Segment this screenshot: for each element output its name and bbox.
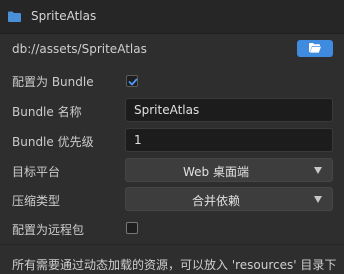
dropdown-arrow-icon [314, 167, 322, 174]
is-remote-label: 配置为远程包 [12, 223, 85, 237]
inspector-panel: SpriteAtlas db://assets/SpriteAtlas 配置为 … [0, 0, 344, 274]
compression-type-label: 压缩类型 [12, 194, 61, 208]
bundle-priority-input[interactable]: 1 [125, 128, 333, 152]
asset-path: db://assets/SpriteAtlas [12, 42, 147, 56]
target-platform-label: 目标平台 [12, 165, 61, 179]
folder-icon [8, 11, 21, 22]
bundle-name-value: SpriteAtlas [134, 103, 200, 117]
is-bundle-label: 配置为 Bundle [12, 75, 94, 89]
target-platform-value: Web 桌面端 [183, 165, 249, 179]
panel-title: SpriteAtlas [31, 9, 97, 23]
open-folder-button[interactable] [297, 40, 333, 57]
divider [0, 244, 344, 245]
folder-open-icon [309, 43, 321, 53]
checkmark-icon [128, 78, 138, 86]
bundle-priority-value: 1 [134, 133, 142, 147]
info-text: 所有需要通过动态加载的资源，可以放入 'resources' 目录下 [12, 258, 337, 272]
target-platform-select[interactable]: Web 桌面端 [125, 158, 333, 182]
is-remote-checkbox[interactable] [126, 222, 138, 234]
bundle-name-input[interactable]: SpriteAtlas [125, 98, 333, 122]
bundle-name-label: Bundle 名称 [12, 105, 82, 119]
bundle-priority-label: Bundle 优先级 [12, 135, 94, 149]
is-bundle-checkbox[interactable] [126, 75, 138, 87]
dropdown-arrow-icon [314, 196, 322, 203]
compression-type-select[interactable]: 合并依赖 [125, 187, 333, 211]
panel-header: SpriteAtlas [0, 0, 344, 34]
compression-type-value: 合并依赖 [191, 194, 240, 208]
